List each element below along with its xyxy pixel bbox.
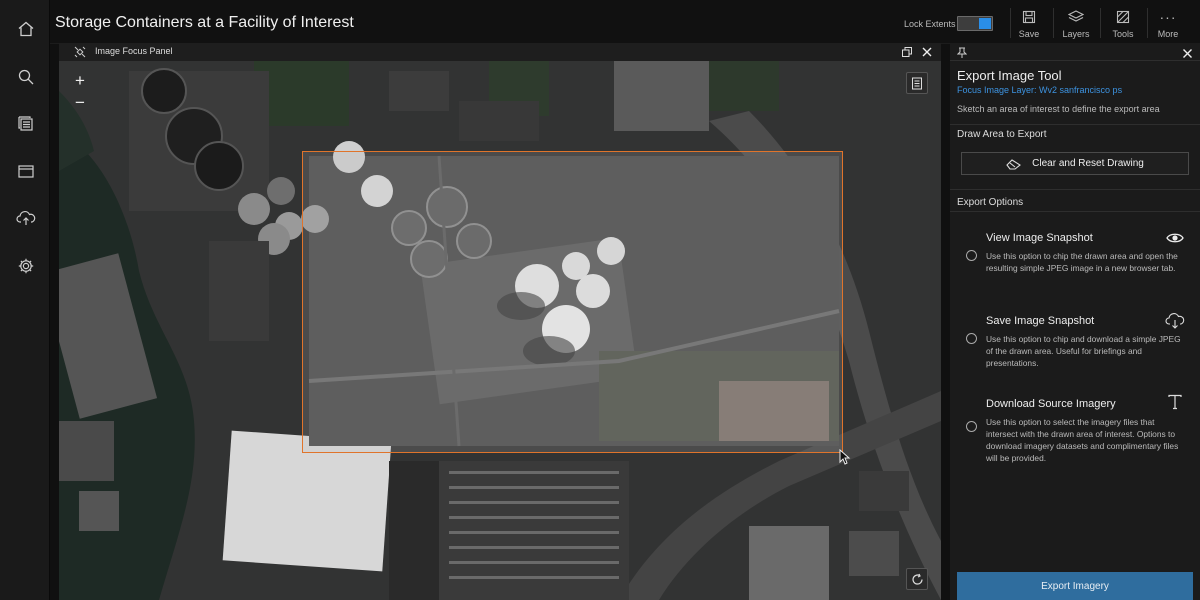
sketch-hint: Sketch an area of interest to define the…	[957, 104, 1160, 114]
satellite-map[interactable]: + −	[59, 61, 941, 600]
refresh-icon[interactable]	[906, 568, 928, 590]
left-sidebar	[0, 0, 50, 600]
option-title: View Image Snapshot	[986, 232, 1093, 244]
option-description: Use this option to chip the drawn area a…	[986, 251, 1178, 273]
export-area-selection[interactable]	[302, 151, 843, 453]
eraser-icon	[1006, 158, 1022, 170]
download-source-radio[interactable]	[966, 421, 977, 432]
layers-list-icon[interactable]	[15, 113, 37, 135]
legend-document-icon[interactable]	[906, 72, 928, 94]
close-panel-icon[interactable]	[921, 45, 935, 59]
option-title: Download Source Imagery	[986, 398, 1116, 410]
more-label: More	[1157, 29, 1179, 39]
cursor-icon	[839, 449, 851, 465]
tools-button[interactable]: Tools	[1102, 9, 1144, 39]
save-icon	[1008, 9, 1050, 25]
toolbar-divider	[1053, 8, 1054, 38]
toolbar-divider	[1100, 8, 1101, 38]
text-tool-icon[interactable]	[1164, 393, 1186, 411]
clear-reset-drawing-button[interactable]: Clear and Reset Drawing	[961, 152, 1189, 175]
satellite-icon	[74, 46, 86, 58]
export-imagery-button[interactable]: Export Imagery	[957, 572, 1193, 600]
divider	[950, 211, 1200, 212]
tools-icon	[1102, 9, 1144, 25]
panel-title: Image Focus Panel	[95, 46, 173, 56]
focus-layer-link[interactable]: Focus Image Layer: Wv2 sanfrancisco ps	[957, 85, 1122, 95]
option-title: Save Image Snapshot	[986, 315, 1095, 327]
option-description: Use this option to select the imagery fi…	[986, 417, 1179, 463]
view-snapshot-radio[interactable]	[966, 250, 977, 261]
more-icon: ···	[1159, 9, 1177, 25]
eye-icon[interactable]	[1164, 229, 1186, 247]
lock-extents-toggle[interactable]	[957, 16, 993, 31]
more-button[interactable]: ··· More	[1147, 9, 1189, 39]
save-button[interactable]: Save	[1008, 9, 1050, 39]
tools-label: Tools	[1112, 29, 1134, 39]
zoom-out-button[interactable]: −	[67, 92, 93, 114]
cloud-upload-icon[interactable]	[15, 207, 37, 229]
toggle-knob	[979, 18, 991, 29]
close-tool-icon[interactable]	[1182, 46, 1193, 64]
restore-window-icon[interactable]	[901, 45, 915, 59]
cloud-download-icon[interactable]	[1164, 312, 1186, 330]
option-description: Use this option to chip and download a s…	[986, 334, 1181, 368]
layers-button[interactable]: Layers	[1055, 9, 1097, 39]
search-icon[interactable]	[15, 66, 37, 88]
divider	[950, 124, 1200, 125]
zoom-controls: + −	[67, 70, 93, 114]
pin-icon[interactable]	[956, 46, 968, 64]
layers-icon	[1055, 9, 1097, 25]
layers-label: Layers	[1062, 29, 1090, 39]
divider	[950, 189, 1200, 190]
save-label: Save	[1018, 29, 1040, 39]
clear-button-label: Clear and Reset Drawing	[1032, 158, 1144, 169]
panel-top-bar	[950, 43, 1200, 61]
tool-title: Export Image Tool	[957, 68, 1062, 83]
export-options-heading: Export Options	[957, 197, 1024, 208]
image-focus-panel-header: Image Focus Panel	[59, 43, 941, 61]
home-icon[interactable]	[15, 18, 37, 40]
folder-icon[interactable]	[15, 160, 37, 182]
gear-icon[interactable]	[15, 255, 37, 277]
save-snapshot-radio[interactable]	[966, 333, 977, 344]
export-image-tool-panel: Export Image Tool Focus Image Layer: Wv2…	[950, 43, 1200, 600]
app-title: Storage Containers at a Facility of Inte…	[55, 14, 354, 31]
zoom-in-button[interactable]: +	[67, 70, 93, 92]
app-header: Storage Containers at a Facility of Inte…	[50, 0, 1200, 44]
lock-extents-label: Lock Extents	[904, 19, 956, 29]
draw-area-heading: Draw Area to Export	[957, 129, 1047, 140]
